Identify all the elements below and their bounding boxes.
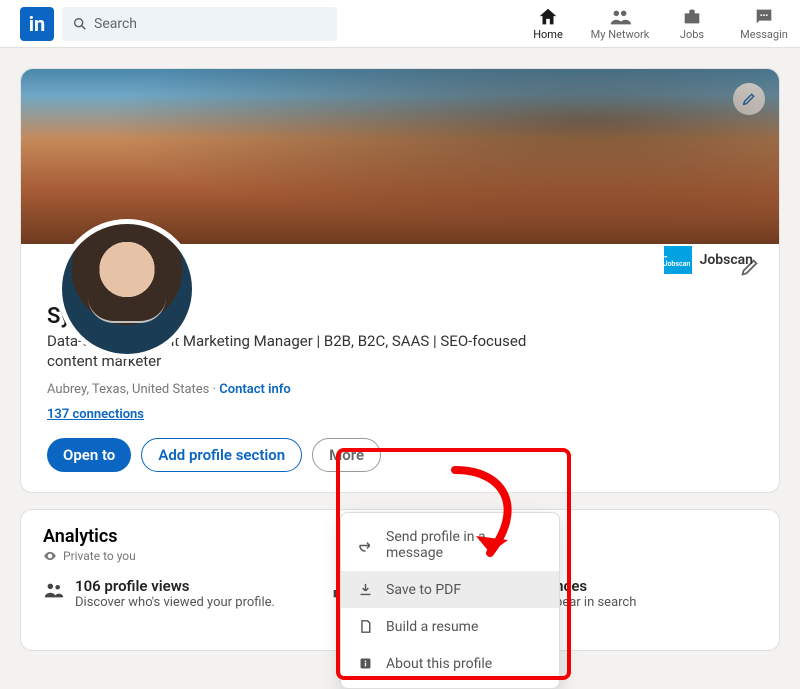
search-input[interactable]: Search	[62, 7, 337, 41]
search-icon	[72, 16, 88, 32]
home-icon	[537, 6, 559, 28]
more-button[interactable]: More	[312, 438, 381, 472]
current-company[interactable]: ◒ Jobscan Jobscan	[664, 246, 753, 274]
stat-profile-views[interactable]: 106 profile views Discover who's viewed …	[43, 577, 283, 629]
company-logo: ◒ Jobscan	[664, 246, 692, 274]
briefcase-icon	[681, 6, 703, 28]
profile-location: Aubrey, Texas, United States	[47, 382, 209, 397]
menu-send-profile[interactable]: Send profile in a message	[341, 519, 559, 571]
connections-link[interactable]: 137 connections	[47, 407, 144, 422]
menu-about-profile[interactable]: About this profile	[341, 645, 559, 682]
info-icon	[357, 655, 374, 672]
nav-network-label: My Network	[591, 28, 650, 41]
stat-profile-views-title: 106 profile views	[75, 577, 275, 595]
nav-home[interactable]: Home	[512, 6, 584, 41]
linkedin-logo[interactable]: in	[20, 7, 54, 41]
menu-save-pdf[interactable]: Save to PDF	[341, 571, 559, 608]
eye-icon	[43, 549, 57, 563]
menu-build-resume[interactable]: Build a resume	[341, 608, 559, 645]
nav-jobs[interactable]: Jobs	[656, 6, 728, 41]
message-icon	[753, 6, 775, 28]
analytics-private-label: Private to you	[63, 549, 136, 563]
nav-network[interactable]: My Network	[584, 6, 656, 41]
menu-save-pdf-label: Save to PDF	[386, 582, 461, 598]
company-name: Jobscan	[700, 252, 753, 268]
stat-profile-views-sub: Discover who's viewed your profile.	[75, 595, 275, 612]
pencil-icon	[741, 91, 757, 107]
nav-jobs-label: Jobs	[680, 28, 704, 41]
menu-build-resume-label: Build a resume	[386, 619, 478, 635]
avatar[interactable]	[57, 219, 197, 359]
download-icon	[357, 581, 374, 598]
profile-actions: Open to Add profile section More	[47, 438, 753, 472]
edit-banner-button[interactable]	[733, 83, 765, 115]
document-icon	[357, 618, 374, 635]
contact-info-link[interactable]: Contact info	[219, 382, 290, 397]
top-nav: Home My Network Jobs Messagin	[512, 6, 800, 41]
add-profile-section-button[interactable]: Add profile section	[141, 438, 302, 472]
menu-about-profile-label: About this profile	[386, 656, 492, 672]
share-icon	[357, 537, 374, 554]
search-placeholder: Search	[94, 16, 137, 32]
nav-messaging-label: Messagin	[740, 28, 788, 41]
profile-location-row: Aubrey, Texas, United States · Contact i…	[47, 382, 753, 397]
open-to-button[interactable]: Open to	[47, 438, 131, 472]
people-icon	[43, 579, 65, 601]
more-menu: Send profile in a message Save to PDF Bu…	[340, 512, 560, 689]
profile-banner	[21, 69, 779, 244]
nav-messaging[interactable]: Messagin	[728, 6, 800, 41]
topbar: in Search Home My Network Jobs Messagin	[0, 0, 800, 48]
profile-card: ◒ Jobscan Jobscan Sydney Myers Data-driv…	[20, 68, 780, 493]
nav-home-label: Home	[533, 28, 563, 41]
people-icon	[609, 6, 631, 28]
menu-send-profile-label: Send profile in a message	[386, 529, 543, 561]
